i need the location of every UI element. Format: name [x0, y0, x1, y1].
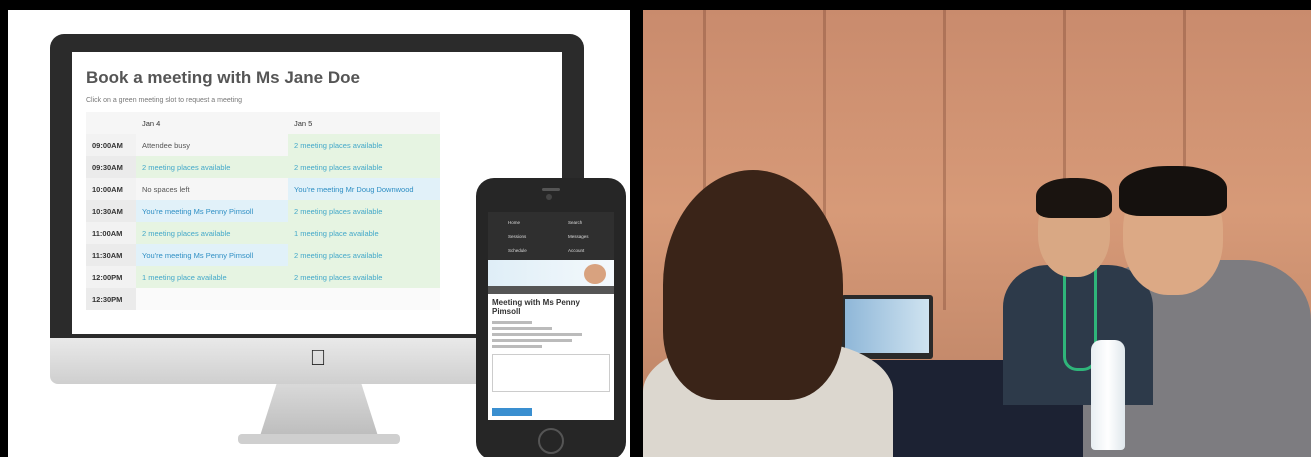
slot-cell[interactable]: You're meeting Ms Penny Pimsoll [136, 200, 288, 222]
man-center-hair [1036, 178, 1112, 218]
time-label: 09:30AM [86, 156, 136, 178]
table-row: 09:00AM Attendee busy 2 meeting places a… [86, 134, 440, 156]
page-subtitle: Click on a green meeting slot to request… [86, 97, 243, 104]
time-label: 11:30AM [86, 244, 136, 266]
phone-banner [488, 260, 614, 294]
slot-cell[interactable]: 2 meeting places available [136, 222, 288, 244]
table-row: 09:30AM 2 meeting places available 2 mee… [86, 156, 440, 178]
table-row: 12:00PM 1 meeting place available 2 meet… [86, 266, 440, 288]
smartphone: Home Search Sessions Messages Schedule A… [476, 178, 626, 457]
time-label: 12:30PM [86, 288, 136, 310]
detail-line [492, 327, 552, 330]
laptop-screen [845, 299, 929, 353]
nav-item-home[interactable]: Home [508, 220, 520, 225]
banner-bar [488, 286, 614, 294]
slot-cell[interactable]: 2 meeting places available [288, 244, 440, 266]
slot-cell: No spaces left [136, 178, 288, 200]
slot-cell[interactable]: 2 meeting places available [288, 156, 440, 178]
monitor-base [238, 434, 400, 444]
phone-meeting-title: Meeting with Ms Penny Pimsoll [492, 298, 581, 316]
slot-cell[interactable]: You're meeting Ms Penny Pimsoll [136, 244, 288, 266]
nav-item-account[interactable]: Account [568, 248, 584, 253]
slot-cell [288, 288, 440, 310]
table-header-row: Jan 4 Jan 5 [86, 112, 440, 134]
slot-cell[interactable]: 2 meeting places available [136, 156, 288, 178]
slot-cell[interactable]: 1 meeting place available [288, 222, 440, 244]
schedule-table: Jan 4 Jan 5 09:00AM Attendee busy 2 meet… [86, 112, 440, 310]
slot-cell[interactable]: 2 meeting places available [288, 266, 440, 288]
message-textarea[interactable] [492, 354, 610, 392]
slot-cell[interactable]: 2 meeting places available [288, 200, 440, 222]
detail-line [492, 321, 532, 324]
slot-cell[interactable]: 1 meeting place available [136, 266, 288, 288]
water-bottle [1091, 340, 1125, 450]
request-meeting-button[interactable] [492, 408, 532, 416]
banner-photo [584, 264, 606, 284]
column-header-jan5: Jan 5 [288, 112, 440, 134]
detail-line [492, 339, 572, 342]
page-title: Book a meeting with Ms Jane Doe [86, 68, 360, 87]
meeting-photo [643, 10, 1311, 457]
monitor-stand [260, 384, 378, 436]
detail-line [492, 345, 542, 348]
time-label: 11:00AM [86, 222, 136, 244]
apple-logo-icon:  [308, 346, 328, 370]
phone-screen: Home Search Sessions Messages Schedule A… [488, 212, 614, 420]
column-header-jan4: Jan 4 [136, 112, 288, 134]
devices-panel: Book a meeting with Ms Jane Doe Click on… [8, 10, 630, 457]
phone-speaker [542, 188, 560, 191]
table-row: 12:30PM [86, 288, 440, 310]
slot-cell: Attendee busy [136, 134, 288, 156]
table-row: 11:00AM 2 meeting places available 1 mee… [86, 222, 440, 244]
time-label: 12:00PM [86, 266, 136, 288]
time-label: 10:00AM [86, 178, 136, 200]
man-right-hair [1119, 166, 1227, 216]
detail-line [492, 333, 582, 336]
slot-cell [136, 288, 288, 310]
time-label: 10:30AM [86, 200, 136, 222]
nav-item-schedule[interactable]: Schedule [508, 248, 527, 253]
laptop [841, 295, 933, 359]
nav-item-sessions[interactable]: Sessions [508, 234, 526, 239]
table-row: 11:30AM You're meeting Ms Penny Pimsoll … [86, 244, 440, 266]
phone-home-button [538, 428, 564, 454]
time-label: 09:00AM [86, 134, 136, 156]
table-row: 10:30AM You're meeting Ms Penny Pimsoll … [86, 200, 440, 222]
nav-item-messages[interactable]: Messages [568, 234, 589, 239]
time-column-header [86, 112, 136, 134]
nav-item-search[interactable]: Search [568, 220, 582, 225]
slot-cell[interactable]: You're meeting Mr Doug Downwood [288, 178, 440, 200]
slot-cell[interactable]: 2 meeting places available [288, 134, 440, 156]
table-row: 10:00AM No spaces left You're meeting Mr… [86, 178, 440, 200]
phone-camera-icon [546, 194, 552, 200]
woman-hair [663, 170, 843, 400]
wall-panel [943, 10, 946, 310]
phone-nav-menu: Home Search Sessions Messages Schedule A… [488, 212, 614, 260]
